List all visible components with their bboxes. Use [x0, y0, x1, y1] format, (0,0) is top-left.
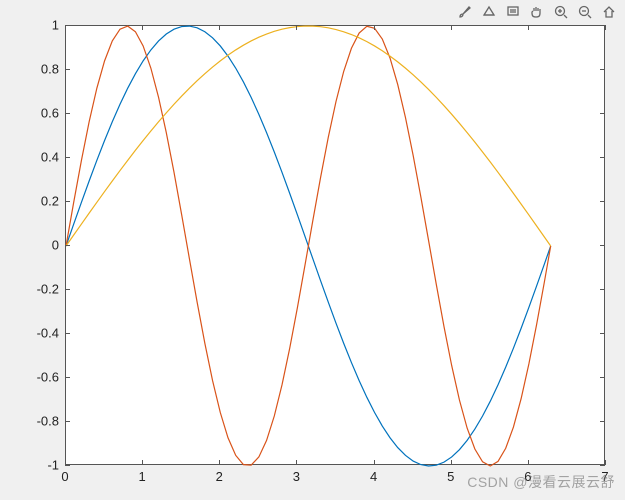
y-tick-mark	[65, 245, 70, 246]
series-line	[66, 26, 551, 246]
x-tick-mark	[374, 25, 375, 30]
series-line	[66, 26, 551, 466]
y-tick-mark	[65, 113, 70, 114]
y-tick-mark	[65, 157, 70, 158]
y-tick-mark	[600, 333, 605, 334]
y-tick-label: -1	[47, 458, 59, 473]
x-tick-mark	[451, 460, 452, 465]
x-tick-mark	[528, 460, 529, 465]
rotate-tool[interactable]	[479, 2, 499, 22]
x-tick-mark	[605, 25, 606, 30]
datatip-icon	[505, 4, 521, 20]
y-tick-mark	[65, 25, 70, 26]
plot-area	[66, 26, 606, 466]
brush-icon	[457, 4, 473, 20]
datatip-tool[interactable]	[503, 2, 523, 22]
y-tick-mark	[65, 201, 70, 202]
y-tick-label: 0.4	[41, 150, 59, 165]
y-tick-label: -0.2	[37, 282, 59, 297]
y-tick-mark	[65, 377, 70, 378]
y-tick-mark	[65, 421, 70, 422]
y-tick-mark	[600, 69, 605, 70]
y-tick-mark	[600, 421, 605, 422]
y-tick-mark	[600, 113, 605, 114]
y-tick-mark	[600, 289, 605, 290]
x-tick-mark	[296, 460, 297, 465]
x-tick-mark	[374, 460, 375, 465]
pan-icon	[529, 4, 545, 20]
home-icon	[601, 4, 617, 20]
x-tick-mark	[142, 25, 143, 30]
x-tick-mark	[219, 460, 220, 465]
y-tick-mark	[65, 465, 70, 466]
home-tool[interactable]	[599, 2, 619, 22]
pan-tool[interactable]	[527, 2, 547, 22]
y-tick-mark	[600, 25, 605, 26]
y-tick-label: 0.8	[41, 62, 59, 77]
y-tick-mark	[65, 69, 70, 70]
x-tick-mark	[219, 25, 220, 30]
zoomin-tool[interactable]	[551, 2, 571, 22]
y-tick-label: 1	[52, 18, 59, 33]
y-tick-mark	[65, 289, 70, 290]
x-tick-mark	[142, 460, 143, 465]
x-tick-label: 1	[139, 469, 146, 484]
x-tick-mark	[296, 25, 297, 30]
figure-window: 01234567 -1-0.8-0.6-0.4-0.200.20.40.60.8…	[0, 0, 625, 500]
y-tick-label: -0.4	[37, 326, 59, 341]
axes[interactable]	[65, 25, 605, 465]
x-tick-label: 5	[447, 469, 454, 484]
axes-toolbar	[455, 2, 619, 22]
y-tick-mark	[600, 377, 605, 378]
y-tick-label: 0.2	[41, 194, 59, 209]
y-tick-label: 0.6	[41, 106, 59, 121]
x-tick-label: 0	[61, 469, 68, 484]
x-tick-mark	[605, 460, 606, 465]
x-tick-mark	[451, 25, 452, 30]
y-tick-mark	[65, 333, 70, 334]
watermark: CSDN @漫看云展云舒	[467, 472, 615, 492]
x-tick-label: 2	[216, 469, 223, 484]
zoomout-tool[interactable]	[575, 2, 595, 22]
zoomin-icon	[553, 4, 569, 20]
y-tick-label: 0	[52, 238, 59, 253]
y-tick-mark	[600, 465, 605, 466]
y-tick-label: -0.8	[37, 414, 59, 429]
x-tick-label: 4	[370, 469, 377, 484]
y-tick-mark	[600, 245, 605, 246]
x-tick-mark	[528, 25, 529, 30]
y-tick-mark	[600, 201, 605, 202]
brush-tool[interactable]	[455, 2, 475, 22]
zoomout-icon	[577, 4, 593, 20]
x-tick-label: 3	[293, 469, 300, 484]
rotate3d-icon	[481, 4, 497, 20]
y-tick-mark	[600, 157, 605, 158]
y-tick-label: -0.6	[37, 370, 59, 385]
